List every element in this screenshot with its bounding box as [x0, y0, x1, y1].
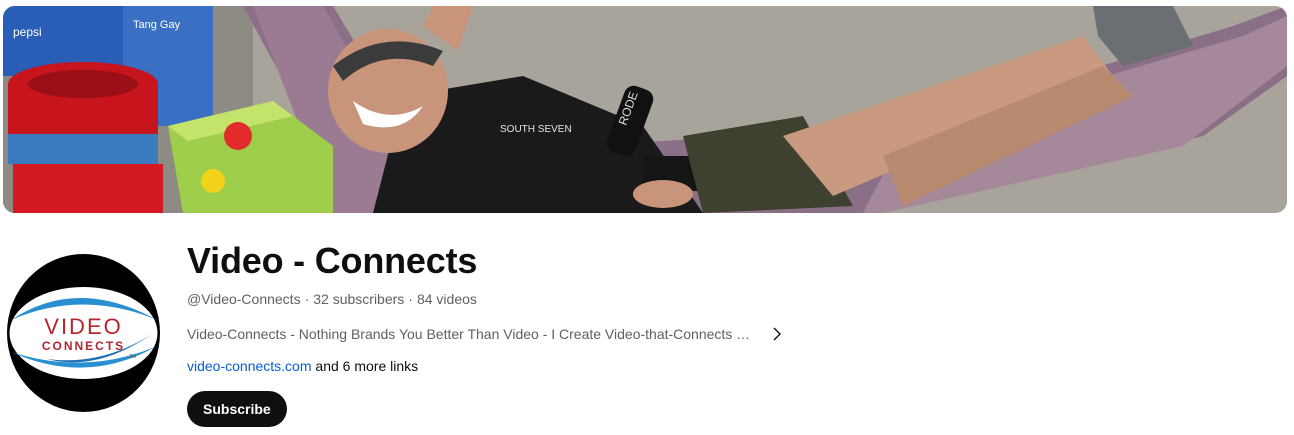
video-connects-logo: VIDEO CONNECTS TM — [7, 254, 160, 412]
logo-text-tm: TM — [129, 354, 136, 360]
channel-links: video-connects.com and 6 more links — [187, 358, 418, 374]
subscribe-button[interactable]: Subscribe — [187, 391, 287, 427]
channel-handle: @Video-Connects — [187, 291, 301, 307]
meta-separator: · — [408, 291, 413, 307]
logo-text-video: VIDEO — [44, 314, 122, 339]
channel-meta: @Video-Connects · 32 subscribers · 84 videos — [187, 291, 477, 307]
crate-text-2: Tang Gay — [133, 19, 181, 31]
shirt-text: SOUTH SEVEN — [500, 124, 572, 135]
banner-image: pepsi Tang Gay SOUTH SEVEN RODE — [3, 6, 1287, 213]
red-stack — [8, 62, 163, 213]
channel-description[interactable]: Video-Connects - Nothing Brands You Bett… — [187, 322, 807, 346]
description-text: Video-Connects - Nothing Brands You Bett… — [187, 326, 755, 342]
crate-text: pepsi — [13, 25, 42, 39]
meta-separator: · — [304, 291, 310, 307]
logo-text-connects: CONNECTS — [42, 339, 125, 353]
subscriber-count: 32 subscribers — [313, 291, 405, 307]
video-count: 84 videos — [416, 291, 477, 307]
chevron-right-icon — [773, 327, 781, 341]
more-links[interactable]: and 6 more links — [315, 358, 418, 374]
channel-name: Video - Connects — [187, 240, 478, 281]
channel-avatar[interactable]: VIDEO CONNECTS TM — [7, 254, 160, 412]
channel-banner: pepsi Tang Gay SOUTH SEVEN RODE — [3, 6, 1287, 213]
website-link[interactable]: video-connects.com — [187, 358, 312, 374]
